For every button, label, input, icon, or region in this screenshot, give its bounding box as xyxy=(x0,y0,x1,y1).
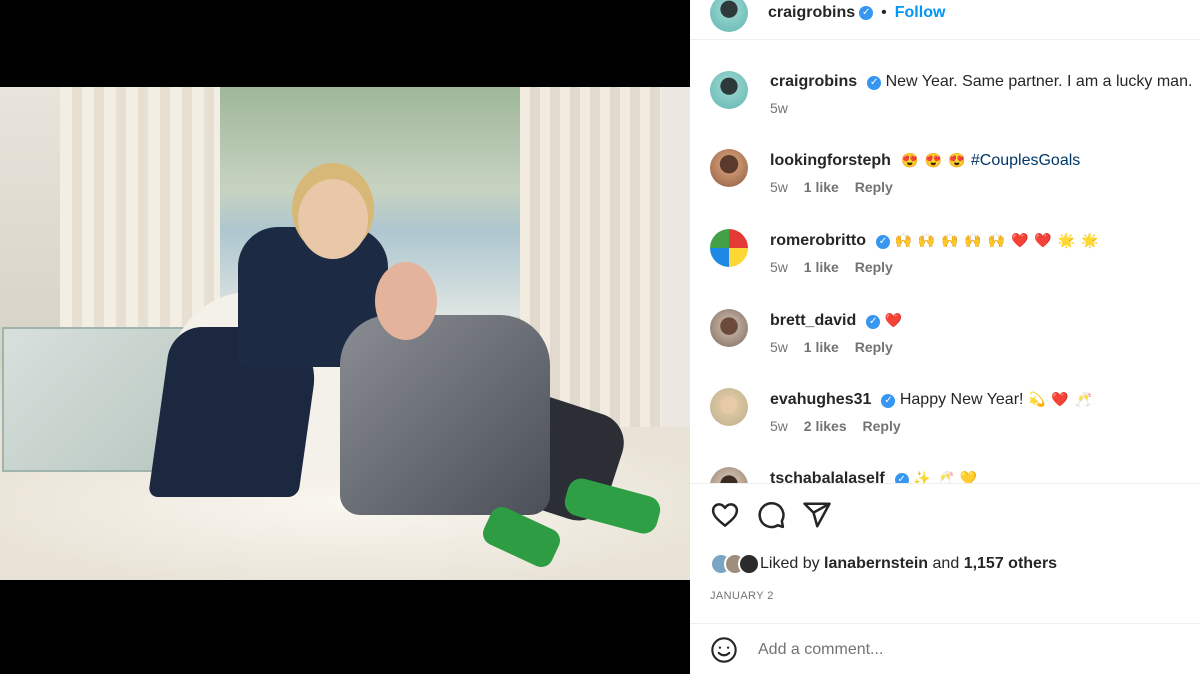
comment-likes[interactable]: 1 like xyxy=(804,179,839,195)
comment-likes[interactable]: 1 like xyxy=(804,259,839,275)
comment-emoji: ❤️ xyxy=(884,312,904,328)
action-icons xyxy=(710,500,832,530)
author-avatar[interactable] xyxy=(710,0,748,32)
commenter-username[interactable]: lookingforsteph xyxy=(770,152,891,169)
comment-line: romerobritto ✓ 🙌 🙌 🙌 🙌 🙌 ❤️ ❤️ 🌟 🌟 xyxy=(770,229,1099,252)
reply-button[interactable]: Reply xyxy=(863,418,901,434)
author-username[interactable]: craigrobins xyxy=(768,4,855,22)
reply-button[interactable]: Reply xyxy=(855,259,893,275)
commenter-avatar[interactable] xyxy=(710,229,748,267)
comment-body: evahughes31 ✓ Happy New Year! 💫 ❤️ 🥂 5w 2… xyxy=(770,388,1093,434)
comment-emoji: ✨ 🥂 💛 xyxy=(913,470,979,483)
comment-meta: 5w 1 like Reply xyxy=(770,339,905,355)
comment-item: evahughes31 ✓ Happy New Year! 💫 ❤️ 🥂 5w 2… xyxy=(710,388,1093,434)
comment-text: Happy New Year! xyxy=(899,391,1024,408)
comment-input[interactable] xyxy=(758,640,1058,659)
verified-badge-icon: ✓ xyxy=(866,315,881,329)
comment-time[interactable]: 5w xyxy=(770,179,788,195)
commenter-username[interactable]: evahughes31 xyxy=(770,391,871,408)
add-comment-bar xyxy=(690,623,1200,674)
emoji-icon[interactable] xyxy=(710,636,738,664)
likes-prefix: Liked by xyxy=(760,555,820,572)
comment-meta: 5w 1 like Reply xyxy=(770,179,1080,195)
comment-line: brett_david ✓ ❤️ xyxy=(770,309,905,332)
comment-line: craigrobins ✓ New Year. Same partner. I a… xyxy=(770,71,1192,93)
comment-emoji: 💫 ❤️ 🥂 xyxy=(1027,391,1094,407)
verified-badge-icon: ✓ xyxy=(881,394,896,408)
comment-body: tschabalalaself ✓ ✨ 🥂 💛 xyxy=(770,467,978,483)
commenter-username[interactable]: craigrobins xyxy=(770,73,857,90)
comment-body: lookingforsteph 😍 😍 😍 #CouplesGoals 5w 1… xyxy=(770,149,1080,195)
comment-body: romerobritto ✓ 🙌 🙌 🙌 🙌 🙌 ❤️ ❤️ 🌟 🌟 5w 1 l… xyxy=(770,229,1099,275)
woman-figure-head xyxy=(298,179,368,259)
commenter-avatar[interactable] xyxy=(710,388,748,426)
verified-badge-icon: ✓ xyxy=(894,473,909,483)
comment-item: romerobritto ✓ 🙌 🙌 🙌 🙌 🙌 ❤️ ❤️ 🌟 🌟 5w 1 l… xyxy=(710,229,1099,275)
comment-time[interactable]: 5w xyxy=(770,259,788,275)
comment-line: evahughes31 ✓ Happy New Year! 💫 ❤️ 🥂 xyxy=(770,388,1093,411)
comment-item: lookingforsteph 😍 😍 😍 #CouplesGoals 5w 1… xyxy=(710,149,1080,195)
comments-list[interactable]: craigrobins ✓ New Year. Same partner. I a… xyxy=(690,53,1200,483)
post-media xyxy=(0,0,690,674)
comment-line: tschabalalaself ✓ ✨ 🥂 💛 xyxy=(770,467,978,483)
reply-button[interactable]: Reply xyxy=(855,179,893,195)
liker-username[interactable]: lanabernstein xyxy=(824,555,928,573)
commenter-avatar[interactable] xyxy=(710,71,748,109)
follow-button[interactable]: Follow xyxy=(895,4,946,22)
comment-likes[interactable]: 1 like xyxy=(804,339,839,355)
likes-mid: and xyxy=(932,555,960,572)
commenter-username[interactable]: romerobritto xyxy=(770,232,866,249)
liker-avatars[interactable] xyxy=(710,553,760,575)
comment-time[interactable]: 5w xyxy=(770,100,788,116)
comment-icon[interactable] xyxy=(756,500,786,530)
post-date[interactable]: JANUARY 2 xyxy=(710,590,774,602)
commenter-username[interactable]: tschabalalaself xyxy=(770,470,885,483)
man-figure-head xyxy=(375,262,437,340)
commenter-avatar[interactable] xyxy=(710,309,748,347)
post-actions: Liked by lanabernstein and 1,157 others … xyxy=(690,483,1200,674)
commenter-avatar[interactable] xyxy=(710,149,748,187)
caption: craigrobins ✓ New Year. Same partner. I a… xyxy=(710,71,1192,116)
comment-meta: 5w xyxy=(770,100,1192,116)
commenter-username[interactable]: brett_david xyxy=(770,312,856,329)
comment-body: brett_david ✓ ❤️ 5w 1 like Reply xyxy=(770,309,905,355)
verified-badge-icon: ✓ xyxy=(867,76,882,90)
likes-count[interactable]: 1,157 others xyxy=(964,555,1057,573)
instagram-post-viewer: craigrobins ✓ • Follow craigrobins ✓ New … xyxy=(0,0,1200,674)
commenter-avatar[interactable] xyxy=(710,467,748,483)
separator-dot: • xyxy=(881,3,887,21)
comment-line: lookingforsteph 😍 😍 😍 #CouplesGoals xyxy=(770,149,1080,172)
comment-body: craigrobins ✓ New Year. Same partner. I a… xyxy=(770,71,1192,116)
comment-emoji: 🙌 🙌 🙌 🙌 🙌 ❤️ ❤️ 🌟 🌟 xyxy=(894,232,1100,248)
reply-button[interactable]: Reply xyxy=(855,339,893,355)
likes-summary: Liked by lanabernstein and 1,157 others xyxy=(710,553,1057,575)
comment-item: tschabalalaself ✓ ✨ 🥂 💛 xyxy=(710,467,978,483)
comment-meta: 5w 2 likes Reply xyxy=(770,418,1093,434)
man-figure-body xyxy=(340,315,550,515)
post-header: craigrobins ✓ • Follow xyxy=(690,0,1200,40)
caption-text: New Year. Same partner. I am a lucky man… xyxy=(885,73,1193,90)
comment-time[interactable]: 5w xyxy=(770,339,788,355)
comment-item: brett_david ✓ ❤️ 5w 1 like Reply xyxy=(710,309,905,355)
verified-badge-icon: ✓ xyxy=(859,5,874,20)
post-side-panel: craigrobins ✓ • Follow craigrobins ✓ New … xyxy=(690,0,1200,674)
post-photo[interactable] xyxy=(0,87,690,580)
comment-emoji: 😍 😍 😍 xyxy=(901,152,967,168)
verified-badge-icon: ✓ xyxy=(876,235,890,249)
heart-icon[interactable] xyxy=(710,500,740,530)
wall xyxy=(662,87,690,467)
comment-time[interactable]: 5w xyxy=(770,418,788,434)
comment-meta: 5w 1 like Reply xyxy=(770,259,1099,275)
share-icon[interactable] xyxy=(802,500,832,530)
comment-likes[interactable]: 2 likes xyxy=(804,418,847,434)
hashtag-link[interactable]: #CouplesGoals xyxy=(971,152,1080,169)
liker-avatar xyxy=(738,553,760,575)
